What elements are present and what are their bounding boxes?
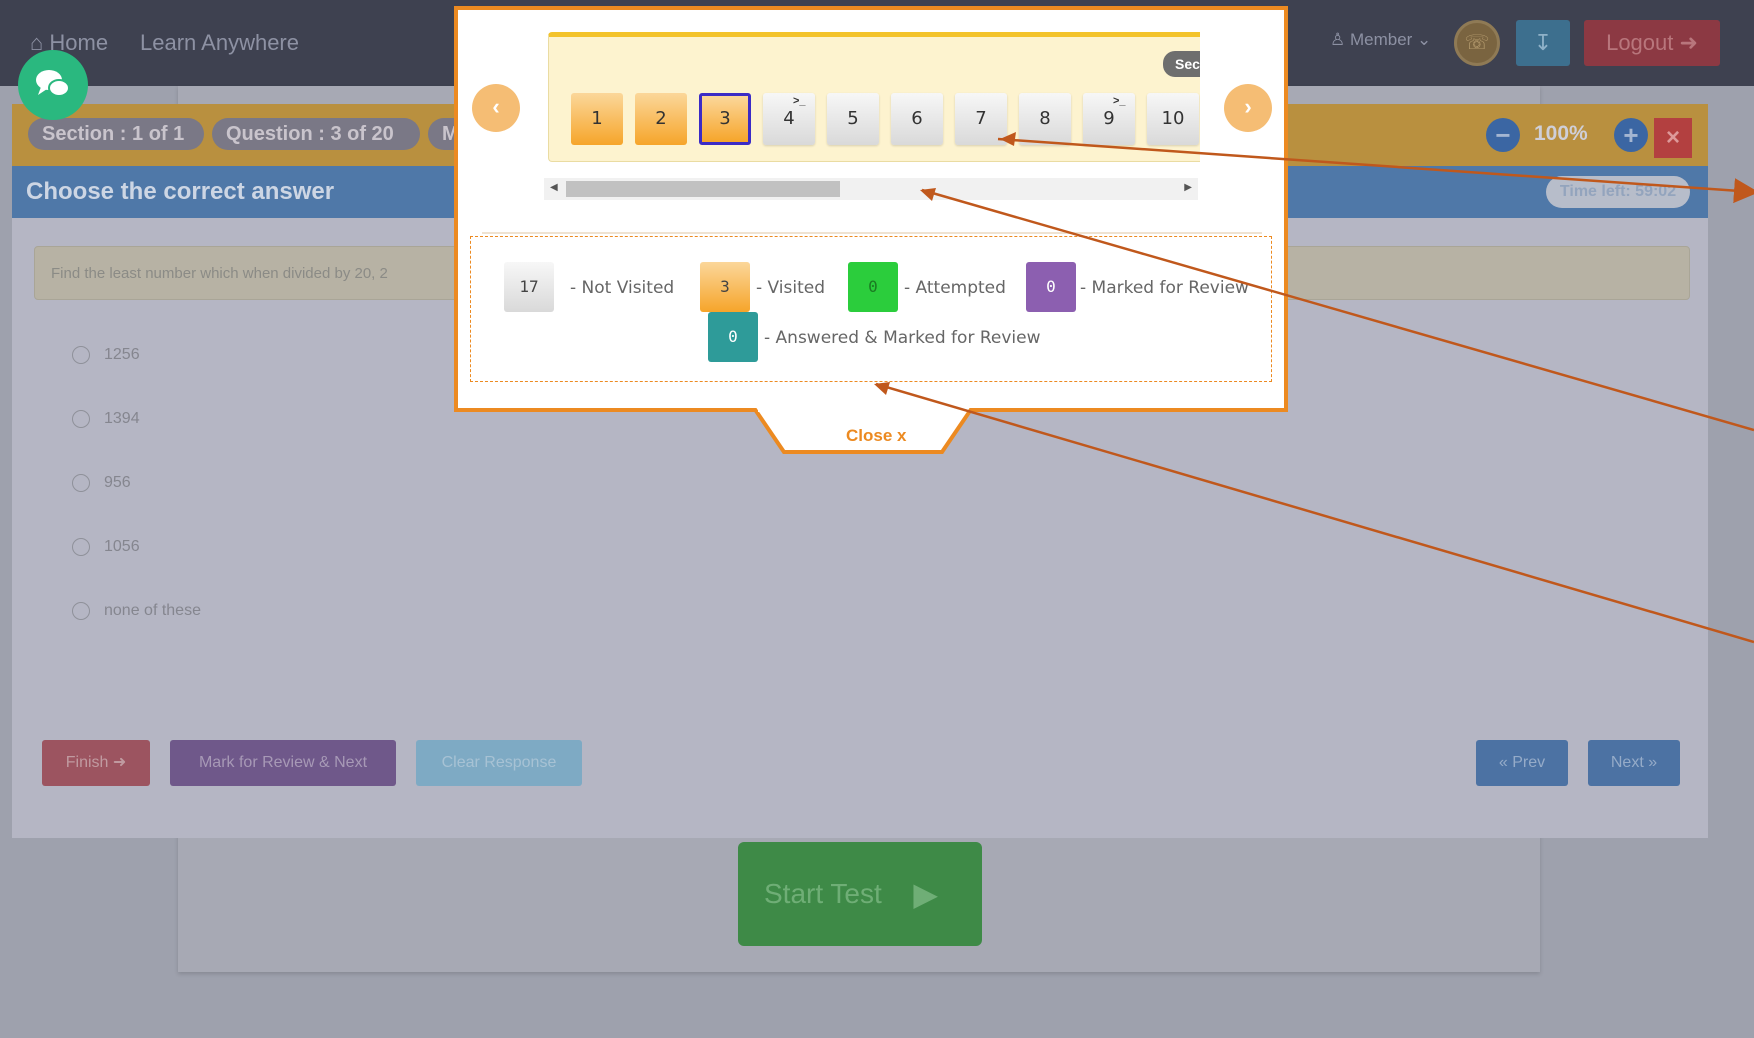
arrowhead bbox=[920, 188, 936, 201]
arrowhead bbox=[874, 382, 890, 395]
annotation-arrows bbox=[874, 132, 1754, 644]
annotation-arrow bbox=[921, 188, 1754, 432]
annotation-arrow bbox=[997, 137, 1754, 204]
annotation-arrow bbox=[875, 382, 1754, 644]
arrowhead bbox=[1000, 132, 1016, 146]
